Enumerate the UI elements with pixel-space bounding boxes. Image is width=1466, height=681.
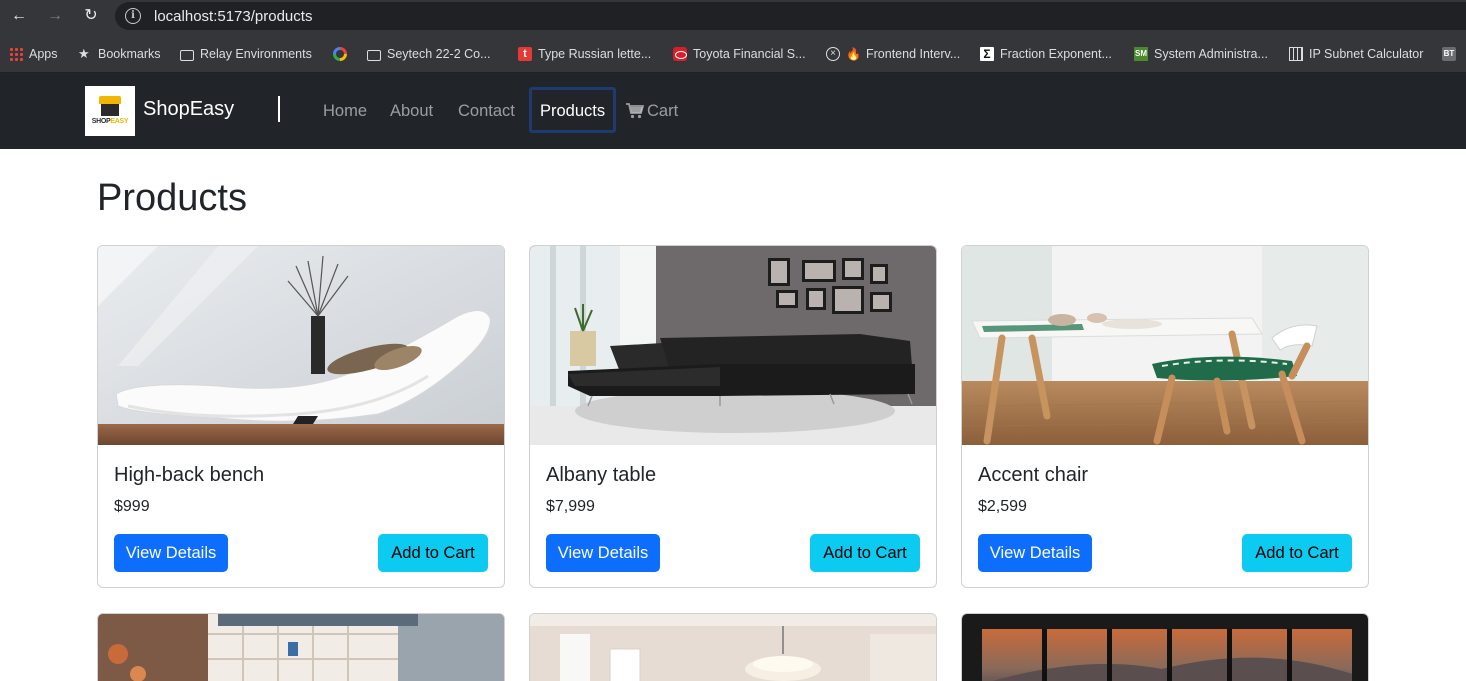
store-awning-icon	[99, 96, 121, 104]
toyota-logo-icon	[673, 47, 687, 61]
site-navbar: SHOPEASY ShopEasy Home About Contact Pro…	[0, 73, 1466, 149]
bookmark-google[interactable]	[333, 45, 347, 63]
reload-icon[interactable]: ↻	[79, 5, 103, 27]
add-to-cart-button[interactable]: Add to Cart	[378, 534, 488, 572]
product-card-partial	[961, 613, 1369, 681]
nav-link-cart[interactable]: Cart	[647, 102, 678, 121]
nav-link-products[interactable]: Products	[540, 102, 605, 121]
nav-link-home[interactable]: Home	[323, 102, 367, 121]
product-card: Albany table $7,999 View Details Add to …	[529, 245, 937, 588]
bookmark-ip-subnet-calculator[interactable]: IP Subnet Calculator	[1289, 45, 1423, 63]
bookmark-bt[interactable]: BT	[1442, 45, 1456, 63]
forward-arrow-icon[interactable]: →	[43, 5, 67, 27]
bookmark-toyota[interactable]: Toyota Financial S...	[673, 45, 806, 63]
browser-toolbar: ← → ↻ i localhost:5173/products	[0, 0, 1466, 33]
view-details-button[interactable]: View Details	[978, 534, 1092, 572]
bookmark-apps[interactable]: Apps	[9, 45, 58, 63]
bookmark-type-russian[interactable]: t Type Russian lette...	[518, 45, 651, 63]
bookmarks-bar: Apps ★ Bookmarks Relay Environments Seyt…	[0, 33, 1466, 73]
product-name: High-back bench	[114, 464, 265, 486]
product-name: Accent chair	[978, 464, 1089, 486]
view-details-button[interactable]: View Details	[114, 534, 228, 572]
back-arrow-icon[interactable]: ←	[7, 5, 31, 27]
store-front-icon	[101, 104, 119, 116]
product-card-partial	[529, 613, 937, 681]
brand-divider	[278, 96, 280, 122]
bt-logo-icon: BT	[1442, 47, 1456, 61]
product-image-living-room[interactable]	[530, 614, 936, 681]
page-title: Products	[97, 177, 247, 219]
google-icon	[333, 47, 347, 61]
folder-icon	[367, 49, 381, 61]
product-image-window-view[interactable]	[962, 614, 1368, 681]
product-price: $999	[114, 498, 150, 515]
product-name: Albany table	[546, 464, 657, 486]
product-image-chaise-lounge[interactable]	[98, 246, 504, 445]
bookmark-system-administration[interactable]: SM System Administra...	[1134, 45, 1268, 63]
apps-grid-icon	[9, 47, 23, 61]
product-price: $2,599	[978, 498, 1027, 515]
address-bar[interactable]: i localhost:5173/products	[115, 2, 1466, 30]
x-circle-icon: ×	[826, 47, 840, 61]
product-price: $7,999	[546, 498, 595, 515]
product-image-bookshelf[interactable]	[98, 614, 504, 681]
bookmark-fraction-exponent[interactable]: Σ Fraction Exponent...	[980, 45, 1112, 63]
logo-text-easy: EASY	[110, 118, 129, 125]
bookmark-seytech[interactable]: Seytech 22-2 Co...	[367, 45, 491, 63]
site-info-icon[interactable]: i	[125, 8, 141, 24]
product-image-dining-set[interactable]	[962, 246, 1368, 445]
sm-logo-icon: SM	[1134, 47, 1148, 61]
brand-name[interactable]: ShopEasy	[143, 98, 234, 121]
fire-icon: 🔥	[846, 47, 861, 61]
add-to-cart-button[interactable]: Add to Cart	[810, 534, 920, 572]
nav-link-about[interactable]: About	[390, 102, 433, 121]
folder-icon	[180, 49, 194, 61]
product-card: Accent chair $2,599 View Details Add to …	[961, 245, 1369, 588]
bookmark-frontend-interview[interactable]: × 🔥 Frontend Interv...	[826, 45, 960, 63]
bookmark-bookmarks[interactable]: ★ Bookmarks	[78, 45, 161, 63]
view-details-button[interactable]: View Details	[546, 534, 660, 572]
calculator-icon	[1289, 47, 1303, 61]
product-card-partial	[97, 613, 505, 681]
logo-text-shop: SHOP	[91, 118, 111, 125]
shop-logo[interactable]: SHOPEASY	[85, 86, 135, 136]
sigma-icon: Σ	[980, 47, 994, 61]
url-text: localhost:5173/products	[154, 8, 313, 25]
cart-icon[interactable]	[626, 103, 644, 119]
add-to-cart-button[interactable]: Add to Cart	[1242, 534, 1352, 572]
bookmark-relay-environments[interactable]: Relay Environments	[180, 45, 312, 63]
nav-link-contact[interactable]: Contact	[458, 102, 515, 121]
product-card: High-back bench $999 View Details Add to…	[97, 245, 505, 588]
star-icon: ★	[78, 46, 90, 61]
product-image-sectional-sofa[interactable]	[530, 246, 936, 445]
t-logo-icon: t	[518, 47, 532, 61]
